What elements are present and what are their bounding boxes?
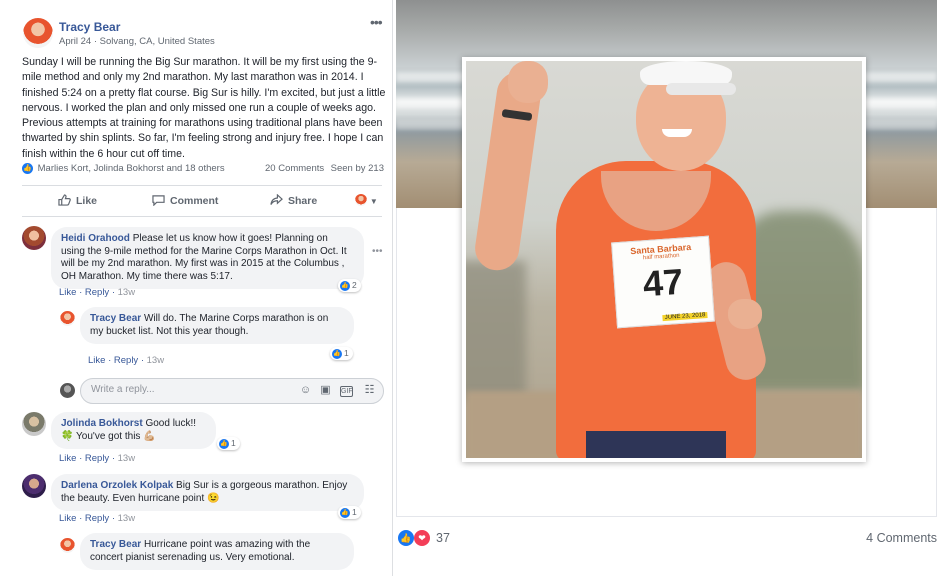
reactors-list[interactable]: Marlies Kort, Jolinda Bokhorst and 18 ot… <box>38 163 225 174</box>
thumbs-up-icon <box>58 194 71 206</box>
reaction-summary: 👍 Marlies Kort, Jolinda Bokhorst and 18 … <box>22 163 384 179</box>
like-button[interactable]: Like <box>58 194 97 207</box>
comment-reply-link[interactable]: Reply <box>85 453 109 464</box>
share-icon <box>270 194 283 205</box>
comment-reaction-count[interactable]: 👍 2 <box>338 279 361 292</box>
comment-reply-link[interactable]: Reply <box>85 287 109 298</box>
reaction-number: 1 <box>231 438 236 448</box>
like-label: Like <box>76 195 98 207</box>
comment-button[interactable]: Comment <box>152 194 218 207</box>
comment-reply-link[interactable]: Reply <box>85 513 109 524</box>
like-reaction-icon: 👍 <box>340 507 350 518</box>
seen-by-count[interactable]: Seen by 213 <box>331 163 384 174</box>
commenter-avatar[interactable] <box>60 311 75 326</box>
comment-author[interactable]: Tracy Bear <box>90 313 141 324</box>
comments-count[interactable]: 20 Comments <box>265 163 324 174</box>
post-text: Sunday I will be running the Big Sur mar… <box>22 56 386 160</box>
comment-reaction-count[interactable]: 👍 1 <box>217 437 240 450</box>
comment-label: Comment <box>170 195 219 207</box>
post-meta: April 24 · Solvang, CA, United States <box>59 36 215 47</box>
comment-bubble: Jolinda Bokhorst Good luck!! 🍀 You've go… <box>51 412 216 449</box>
photo-card[interactable]: Santa Barbara half marathon 47 JUNE 23, … <box>462 57 866 462</box>
like-reaction-icon: 👍 <box>22 163 33 174</box>
comment-time[interactable]: 13w <box>118 287 135 298</box>
comment-time[interactable]: 13w <box>118 453 135 464</box>
comment-author[interactable]: Darlena Orzolek Kolpak <box>61 480 173 491</box>
divider <box>22 185 382 186</box>
author-name[interactable]: Tracy Bear <box>59 20 120 34</box>
camera-icon[interactable]: ▣ <box>319 384 332 397</box>
love-reaction-icon: ❤ <box>414 530 430 546</box>
gif-icon[interactable]: GIF <box>340 386 353 397</box>
comment-like-link[interactable]: Like <box>59 453 76 464</box>
reaction-number: 1 <box>352 507 357 517</box>
comment-time[interactable]: 13w <box>118 513 135 524</box>
comment-author[interactable]: Tracy Bear <box>90 539 141 550</box>
photo-footer: 👍 ❤ 37 4 Comments <box>396 527 937 551</box>
commenter-avatar[interactable] <box>22 412 46 436</box>
comment-author[interactable]: Jolinda Bokhorst <box>61 418 143 429</box>
post-date-location: April 24 · Solvang, CA, United States <box>59 36 215 47</box>
comment-icon <box>152 195 165 206</box>
my-avatar <box>60 383 75 398</box>
commenter-avatar[interactable] <box>60 538 75 553</box>
bib-number: 47 <box>641 260 685 305</box>
like-reaction-icon: 👍 <box>332 348 342 359</box>
comment-actions: Like · Reply · 13w <box>88 355 165 366</box>
reaction-number: 2 <box>352 280 357 290</box>
comment-like-link[interactable]: Like <box>59 287 76 298</box>
like-reaction-icon: 👍 <box>219 438 229 449</box>
photo-comments-count[interactable]: 4 Comments <box>866 531 937 545</box>
sticker-icon[interactable]: ☷ <box>363 384 376 397</box>
profile-thumb-icon <box>355 194 367 206</box>
commenter-avatar[interactable] <box>22 226 46 250</box>
comment-like-link[interactable]: Like <box>59 513 76 524</box>
comment-bubble: Darlena Orzolek Kolpak Big Sur is a gorg… <box>51 474 364 511</box>
emoji-icon[interactable]: ☺ <box>299 384 312 397</box>
reply-input[interactable] <box>89 383 293 396</box>
bib-date: JUNE 23, 2018 <box>662 311 708 322</box>
like-reaction-icon: 👍 <box>340 280 350 291</box>
comment-actions: Like · Reply · 13w <box>59 287 136 298</box>
photo-reaction-count[interactable]: 37 <box>436 531 450 545</box>
comment-actions: Like · Reply · 13w <box>59 513 136 524</box>
photo-viewer: Santa Barbara half marathon 47 JUNE 23, … <box>396 0 943 576</box>
comment-bubble: Tracy Bear Hurricane point was amazing w… <box>80 533 354 570</box>
comment-reaction-count[interactable]: 👍 1 <box>338 506 361 519</box>
comment-reaction-count[interactable]: 👍 1 <box>330 347 353 360</box>
runner-photo: Santa Barbara half marathon 47 JUNE 23, … <box>466 61 862 458</box>
like-reaction-icon: 👍 <box>398 530 414 546</box>
post-options-button[interactable]: ••• <box>370 14 383 30</box>
comment-options-icon[interactable]: ••• <box>372 246 383 257</box>
post-panel: Tracy Bear April 24 · Solvang, CA, Unite… <box>0 0 393 576</box>
comment-bubble: Heidi Orahood Please let us know how it … <box>51 227 364 289</box>
author-avatar[interactable] <box>23 18 53 48</box>
comment-time[interactable]: 13w <box>147 355 164 366</box>
comment-bubble: Tracy Bear Will do. The Marine Corps mar… <box>80 307 354 344</box>
reaction-number: 1 <box>344 348 349 358</box>
chevron-down-icon: ▼ <box>369 197 378 206</box>
comment-actions: Like · Reply · 13w <box>59 453 136 464</box>
reply-input-box[interactable]: ☺ ▣ GIF ☷ <box>80 378 384 404</box>
audience-selector[interactable]: ▼ <box>355 194 378 207</box>
comment-reply-link[interactable]: Reply <box>114 355 138 366</box>
comment-like-link[interactable]: Like <box>88 355 105 366</box>
commenter-avatar[interactable] <box>22 474 46 498</box>
race-bib: Santa Barbara half marathon 47 JUNE 23, … <box>611 235 715 329</box>
divider <box>22 216 382 217</box>
share-label: Share <box>288 195 318 207</box>
comment-author[interactable]: Heidi Orahood <box>61 233 130 244</box>
share-button[interactable]: Share <box>270 194 317 207</box>
